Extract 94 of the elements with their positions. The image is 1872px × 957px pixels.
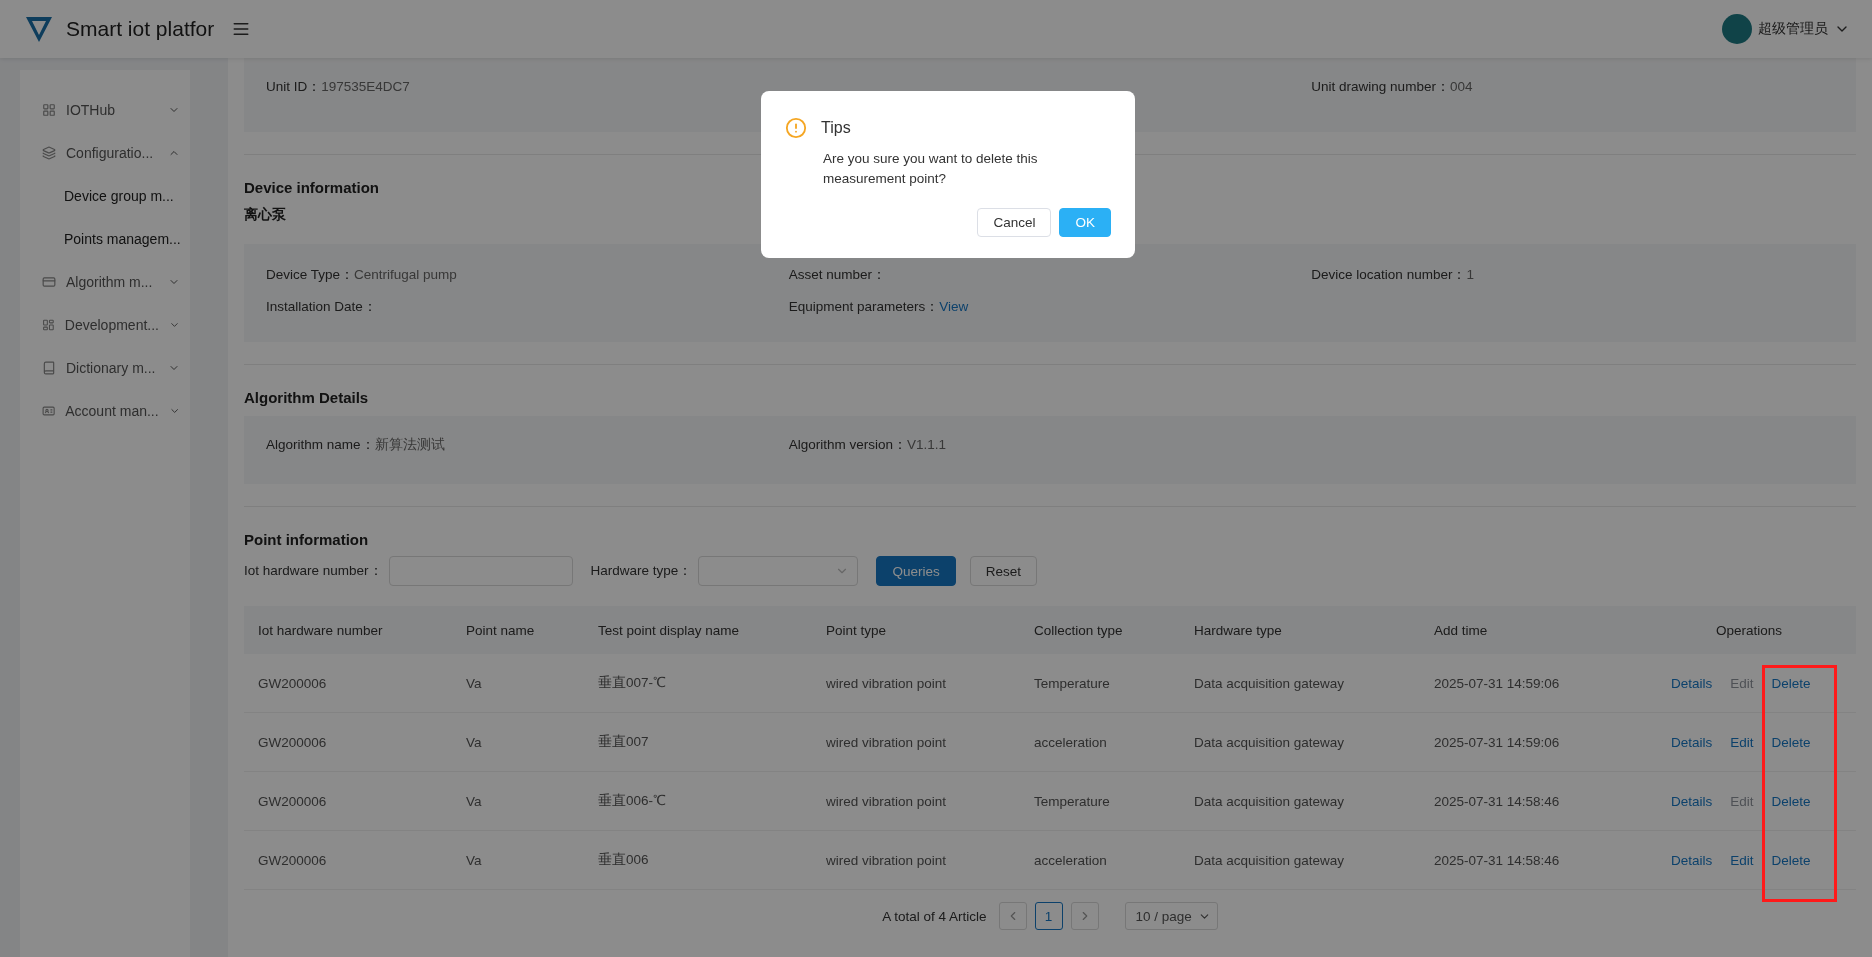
table-cell: acceleration [1020,713,1180,772]
table-cell: 垂直007 [584,713,812,772]
column-header: Add time [1420,606,1628,654]
action-link[interactable]: Details [1671,734,1713,750]
table-cell: wired vibration point [812,654,1020,713]
dialog-message: Are you sure you want to delete this measurement point? [823,150,1039,189]
column-header: Point type [812,606,1020,654]
sidebar-item[interactable]: Configuratio... [20,131,190,174]
column-header: Test point display name [584,606,812,654]
action-link[interactable]: Delete [1771,793,1811,809]
action-link[interactable]: Edit [1730,852,1754,868]
column-header: Operations [1628,606,1856,654]
action-link[interactable]: Delete [1771,852,1811,868]
table-cell: Va [452,654,584,713]
avatar[interactable] [1722,14,1752,44]
filter-label: Hardware type： [590,562,693,580]
table-cell: 垂直007-℃ [584,654,812,713]
total-count: A total of 4 Article [882,908,987,924]
reset-button[interactable]: Reset [969,556,1037,586]
table-cell: 2025-07-31 14:58:46 [1420,772,1628,831]
table-cell: 2025-07-31 14:59:06 [1420,713,1628,772]
info-field: Device location number：1 [1311,266,1834,284]
menu-item-icon [42,317,55,332]
action-link[interactable]: Delete [1771,734,1811,750]
user-name[interactable]: 超级管理员 [1758,20,1828,38]
page-size-select[interactable]: 10 / page [1124,902,1218,930]
table-cell: Va [452,772,584,831]
info-field: Unit drawing number：004 [1311,78,1834,96]
info-field: Device Type：Centrifugal pump [266,266,789,284]
info-field: Algorithm name：新算法测试 [266,436,789,454]
table-cell: Va [452,713,584,772]
action-link[interactable]: Details [1671,852,1713,868]
table-cell: Data acquisition gateway [1180,772,1420,831]
table-cell: 垂直006 [584,831,812,890]
table-cell: 垂直006-℃ [584,772,812,831]
table-cell: 2025-07-31 14:59:06 [1420,654,1628,713]
info-field: Asset number： [788,266,1312,284]
view-link[interactable]: View [939,299,969,314]
sidebar-subitem[interactable]: Points managem... [20,217,190,260]
table-cell: Temperature [1020,772,1180,831]
sidebar-item[interactable]: Algorithm m... [20,260,190,303]
column-header: Collection type [1020,606,1180,654]
table-cell: wired vibration point [812,831,1020,890]
sidebar-subitem[interactable]: Device group m... [20,174,190,217]
table-cell: GW200006 [244,654,452,713]
menu-item-icon [42,403,56,418]
menu-item-icon [42,360,56,375]
prev-page-button[interactable] [998,902,1027,930]
info-field: Algorithm version：V1.1.1 [788,436,1312,454]
dialog-title: Tips [821,119,851,137]
section-heading: Algorithm Details [244,389,369,406]
cancel-button[interactable]: Cancel [977,207,1052,237]
table-cell: Temperature [1020,654,1180,713]
table-cell: 2025-07-31 14:58:46 [1420,831,1628,890]
section-heading: Point information [244,531,369,548]
table-cell: GW200006 [244,713,452,772]
table-cell: Data acquisition gateway [1180,654,1420,713]
warning-icon [785,117,807,139]
sidebar-item[interactable]: Dictionary m... [20,346,190,389]
action-link[interactable]: Edit [1730,734,1754,750]
table-cell: GW200006 [244,831,452,890]
app-title: Smart iot platfor [66,17,215,41]
column-header: Iot hardware number [244,606,452,654]
table-cell: Va [452,831,584,890]
ok-button[interactable]: OK [1059,207,1111,237]
table-cell: Data acquisition gateway [1180,713,1420,772]
table-cell: wired vibration point [812,713,1020,772]
column-header: Hardware type [1180,606,1420,654]
menu-item-icon [42,145,56,160]
logo-icon [24,14,54,44]
table-cell: wired vibration point [812,772,1020,831]
column-header: Point name [452,606,584,654]
action-link[interactable]: Details [1671,675,1713,691]
table-cell: acceleration [1020,831,1180,890]
table-cell: Data acquisition gateway [1180,831,1420,890]
filter-label: Iot hardware number： [244,562,383,580]
info-field: Installation Date： [266,298,789,316]
next-page-button[interactable] [1070,902,1099,930]
menu-item-icon [42,102,56,117]
section-heading: Device information [244,179,380,196]
query-button[interactable]: Queries [876,556,956,586]
info-field: Equipment parameters：View [788,298,1312,316]
sidebar-item[interactable]: Account man... [20,389,190,432]
sidebar-item[interactable]: IOTHub [20,88,190,131]
menu-item-icon [42,274,56,289]
device-name: 离心泵 [244,206,286,224]
hardware-type-select[interactable] [698,556,859,586]
table-cell: GW200006 [244,772,452,831]
menu-icon[interactable] [232,20,251,38]
action-link[interactable]: Delete [1771,675,1811,691]
page-button[interactable]: 1 [1034,902,1063,930]
sidebar-item[interactable]: Development... [20,303,190,346]
action-link[interactable]: Details [1671,793,1713,809]
info-field: Unit ID：197535E4DC7 [266,78,789,96]
